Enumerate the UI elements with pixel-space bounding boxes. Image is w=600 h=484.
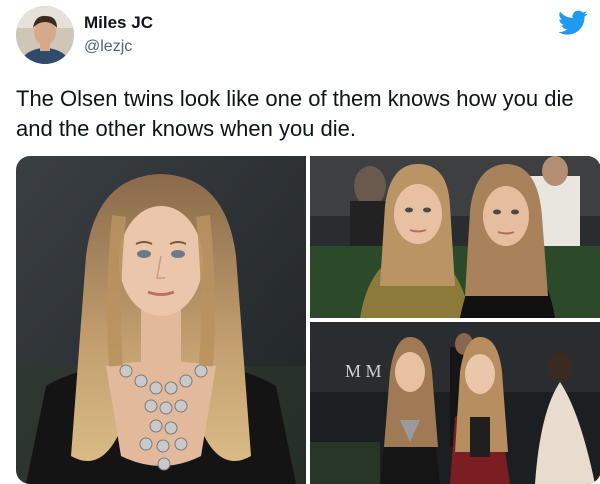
- avatar-image: [16, 6, 74, 64]
- author-name[interactable]: Miles JC: [84, 13, 153, 33]
- photo-bottom-right[interactable]: M M: [310, 322, 600, 484]
- media-grid[interactable]: M M: [16, 156, 600, 484]
- twitter-bird-icon: [558, 10, 588, 36]
- photo-left[interactable]: [16, 156, 306, 484]
- author-handle[interactable]: @lezjc: [84, 38, 132, 56]
- svg-text:M M: M M: [345, 361, 382, 381]
- tweet-text: The Olsen twins look like one of them kn…: [16, 86, 574, 141]
- avatar[interactable]: [16, 6, 74, 64]
- photo-top-right[interactable]: [310, 156, 600, 318]
